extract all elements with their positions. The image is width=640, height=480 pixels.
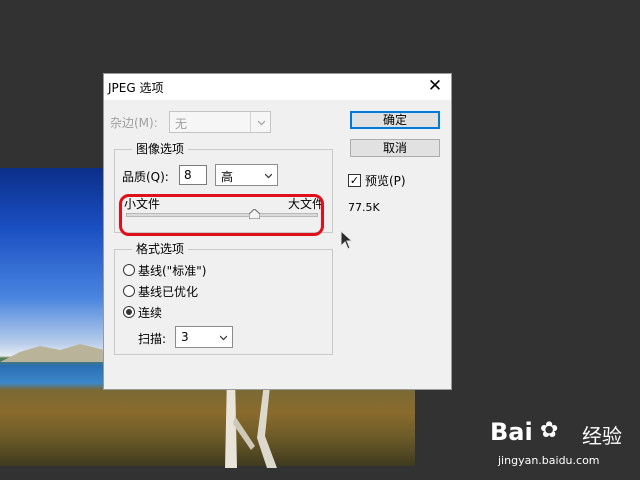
quality-input[interactable]: 8 (179, 165, 207, 185)
matte-label: 杂边(M): (110, 116, 158, 130)
paw-icon: ✿ (540, 418, 559, 443)
quality-preset-select[interactable]: 高 (215, 164, 278, 186)
chevron-down-icon (265, 173, 272, 179)
scans-label: 扫描: (138, 332, 167, 346)
scans-select[interactable]: 3 (175, 326, 233, 348)
radio-baseline-standard[interactable] (123, 264, 135, 276)
watermark-suffix: 经验 (582, 424, 622, 448)
mouse-cursor-icon (340, 230, 354, 250)
matte-select[interactable]: 无 (169, 111, 271, 133)
chevron-down-icon (220, 335, 227, 341)
cancel-button[interactable]: 取消 (350, 139, 440, 157)
watermark-logo: Bai (490, 418, 533, 446)
baidu-watermark: Bai ✿ 经验 jingyan.baidu.com (490, 410, 630, 470)
preview-label[interactable]: 预览(P) (365, 172, 406, 189)
file-size-readout: 77.5K (348, 201, 380, 214)
chevron-down-icon (258, 120, 265, 126)
option-baseline-optimized-label[interactable]: 基线已优化 (138, 283, 198, 300)
ok-button[interactable]: 确定 (350, 111, 440, 129)
dialog-title: JPEG 选项 (108, 81, 164, 95)
watermark-url: jingyan.baidu.com (498, 454, 600, 467)
option-progressive-label[interactable]: 连续 (138, 304, 162, 321)
select-divider (250, 112, 251, 132)
image-options-legend: 图像选项 (132, 140, 189, 157)
format-options-legend: 格式选项 (132, 240, 189, 257)
radio-progressive[interactable] (123, 306, 135, 318)
title-bar[interactable]: JPEG 选项 ✕ (104, 74, 451, 100)
close-icon[interactable]: ✕ (425, 76, 445, 96)
highlight-annotation (119, 194, 324, 236)
scans-value: 3 (181, 330, 189, 344)
preview-checkbox[interactable]: ✓ (348, 174, 361, 187)
quality-preset-value: 高 (221, 170, 234, 184)
option-baseline-standard-label[interactable]: 基线("标准") (138, 262, 206, 279)
quality-label: 品质(Q): (122, 170, 169, 184)
radio-baseline-optimized[interactable] (123, 285, 135, 297)
matte-value: 无 (175, 117, 188, 131)
